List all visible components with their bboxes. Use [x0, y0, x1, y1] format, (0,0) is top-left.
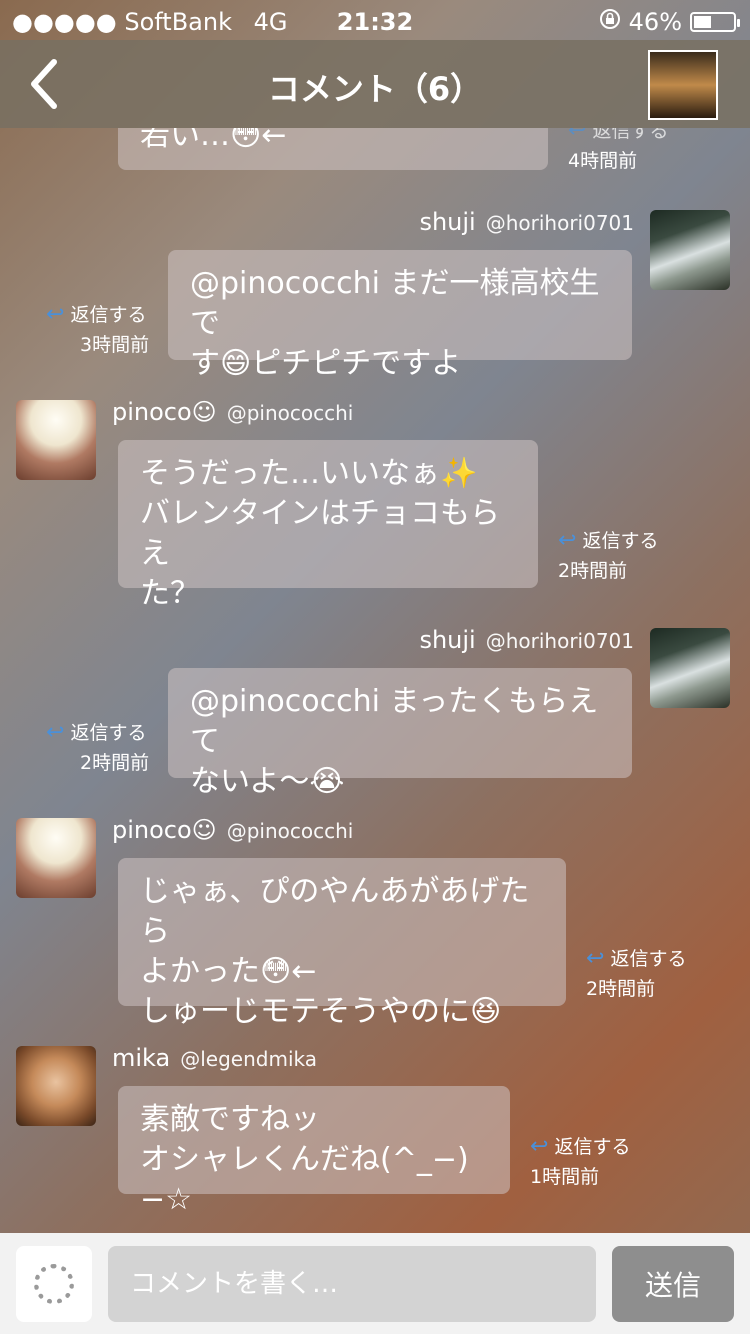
comment-bubble: @pinococchi まだ一様高校生で す😄ピチピチですよ: [168, 250, 632, 381]
reply-label: 返信する: [70, 304, 147, 326]
reply-label: 返信する: [592, 128, 669, 142]
avatar[interactable]: [650, 628, 730, 708]
reply-link[interactable]: ↩ 返信する: [568, 128, 669, 143]
battery-icon: [690, 12, 740, 32]
comment-bubble: 若い…😳←: [118, 128, 548, 170]
reply-arrow-icon: ↩: [530, 1134, 549, 1159]
reply-link[interactable]: ↩ 返信する: [46, 720, 147, 745]
reply-arrow-icon: ↩: [568, 128, 587, 143]
reply-link[interactable]: ↩ 返信する: [558, 528, 659, 553]
author-name[interactable]: pinoco☺: [112, 398, 217, 426]
comment-text-line: そうだった…いいなぁ✨: [140, 456, 478, 491]
status-right: 46%: [599, 8, 740, 36]
comment-time: 2時間前: [586, 978, 656, 1000]
comment-text-line: た？: [140, 576, 200, 611]
comment-time: 2時間前: [558, 560, 628, 582]
author-name[interactable]: pinoco☺: [112, 816, 217, 844]
author-handle: @pinococchi: [226, 819, 354, 843]
comment-author: pinoco☺ @pinococchi: [112, 816, 353, 844]
comment-text-line: オシャレくんだね(^_−)−☆: [140, 1142, 469, 1217]
comment-bubble: じゃぁ、ぴのやんあがあげたら よかった😳← しゅーじモテそうやのに😆: [118, 858, 566, 1029]
comment-text-line: バレンタインはチョコもらえ: [140, 496, 500, 571]
comment-input-bar: 送信: [0, 1233, 750, 1334]
reply-group: ↩ 返信する 2時間前: [558, 526, 658, 586]
reply-arrow-icon: ↩: [586, 946, 605, 971]
comment-time: 3時間前: [80, 334, 150, 356]
reply-group: ↩ 返信する 3時間前: [46, 300, 149, 360]
orientation-lock-icon: [599, 8, 621, 36]
comment-text-line: じゃぁ、ぴのやんあがあげたら: [140, 874, 530, 949]
author-handle: @horihori0701: [485, 211, 634, 235]
comment-text-line: @pinococchi まだ一様高校生で: [190, 266, 600, 341]
reply-group: ↩ 返信する 2時間前: [46, 718, 149, 778]
post-thumbnail[interactable]: [648, 50, 718, 120]
comment-bubble: 素敵ですねッ オシャレくんだね(^_−)−☆: [118, 1086, 510, 1217]
reply-link[interactable]: ↩ 返信する: [46, 302, 147, 327]
reply-link[interactable]: ↩ 返信する: [530, 1134, 631, 1159]
reply-group: ↩ 返信する 4時間前: [568, 128, 668, 176]
reply-group: ↩ 返信する 2時間前: [586, 944, 686, 1004]
comment-text-line: よかった😳←: [140, 954, 317, 989]
comment-author: mika @legendmika: [112, 1044, 317, 1072]
reply-group: ↩ 返信する 1時間前: [530, 1132, 630, 1192]
battery-percent: 46%: [628, 8, 682, 36]
spinner-icon: [34, 1264, 74, 1304]
status-bar: ●●●●● SoftBank 4G 21:32 46%: [0, 0, 750, 40]
comment-bubble: そうだった…いいなぁ✨ バレンタインはチョコもらえ た？: [118, 440, 538, 611]
author-handle: @horihori0701: [485, 629, 634, 653]
author-handle: @legendmika: [180, 1047, 317, 1071]
comment-author: shuji @horihori0701: [419, 208, 634, 236]
avatar[interactable]: [650, 210, 730, 290]
page-title: コメント（6）: [267, 70, 483, 108]
comment-input[interactable]: [108, 1246, 596, 1322]
comment-text-line: 素敵ですねッ: [140, 1102, 320, 1137]
comments-list[interactable]: 若い…😳← ↩ 返信する 4時間前 shuji @horihori0701 @pin…: [0, 128, 750, 1233]
send-button[interactable]: 送信: [612, 1246, 734, 1322]
reply-label: 返信する: [70, 722, 147, 744]
comment-time: 4時間前: [568, 150, 638, 172]
comment-author: shuji @horihori0701: [419, 626, 634, 654]
reply-label: 返信する: [582, 530, 659, 552]
comment-time: 2時間前: [80, 752, 150, 774]
comment-text-line: @pinococchi まったくもらえて: [190, 684, 599, 759]
reply-link[interactable]: ↩ 返信する: [586, 946, 687, 971]
author-name[interactable]: mika: [112, 1044, 170, 1072]
avatar[interactable]: [16, 1046, 96, 1126]
reply-arrow-icon: ↩: [558, 528, 577, 553]
avatar[interactable]: [16, 400, 96, 480]
reply-label: 返信する: [554, 1136, 631, 1158]
comment-text-line: ないよ〜😭: [190, 764, 345, 799]
reply-arrow-icon: ↩: [46, 302, 65, 327]
author-name[interactable]: shuji: [419, 626, 475, 654]
avatar[interactable]: [16, 818, 96, 898]
comment-text: 若い…😳←: [140, 128, 287, 153]
comment-text-line: しゅーじモテそうやのに😆: [140, 994, 502, 1029]
comment-bubble: @pinococchi まったくもらえて ないよ〜😭: [168, 668, 632, 799]
reply-label: 返信する: [610, 948, 687, 970]
comment-text-line: す😄ピチピチですよ: [190, 346, 462, 381]
author-name[interactable]: shuji: [419, 208, 475, 236]
reply-arrow-icon: ↩: [46, 720, 65, 745]
nav-bar: コメント（6）: [0, 40, 750, 128]
comment-time: 1時間前: [530, 1166, 600, 1188]
loading-button[interactable]: [16, 1246, 92, 1322]
author-handle: @pinococchi: [226, 401, 354, 425]
comment-author: pinoco☺ @pinococchi: [112, 398, 353, 426]
